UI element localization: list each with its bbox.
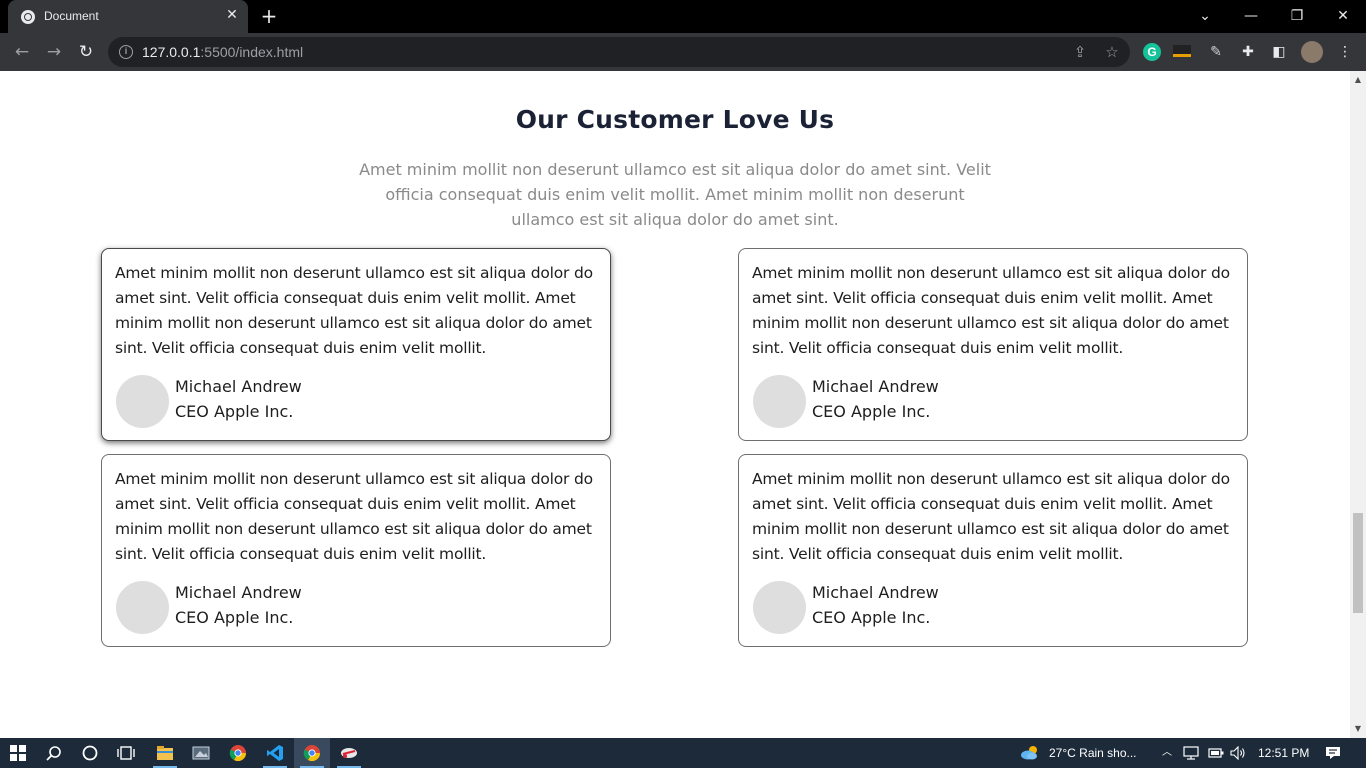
testimonial-name: Michael Andrew xyxy=(175,583,302,602)
section-title: Our Customer Love Us xyxy=(515,105,835,134)
battery-icon[interactable] xyxy=(1205,738,1227,768)
tab-title: Document xyxy=(44,9,99,23)
section-subtitle: Amet minim mollit non deserunt ullamco e… xyxy=(359,160,991,229)
testimonial-role: CEO Apple Inc. xyxy=(175,402,294,421)
address-bar[interactable]: i 127.0.0.1:5500/index.html ⇪ ☆ xyxy=(108,37,1130,67)
vscode-icon[interactable] xyxy=(257,738,293,768)
extension-tool-icon[interactable] xyxy=(1173,45,1191,57)
scroll-down-arrow-icon[interactable]: ▼ xyxy=(1350,722,1366,736)
browser-toolbar: ← → ↻ i 127.0.0.1:5500/index.html ⇪ ☆ G … xyxy=(0,33,1366,71)
chrome-icon[interactable] xyxy=(220,738,256,768)
avatar xyxy=(753,375,806,428)
tab-document[interactable]: Document ✕ xyxy=(8,0,248,33)
testimonial-text: Amet minim mollit non deserunt ullamco e… xyxy=(115,264,593,357)
testimonial-name: Michael Andrew xyxy=(812,377,939,396)
testimonial-card[interactable]: Amet minim mollit non deserunt ullamco e… xyxy=(101,248,611,441)
extensions-puzzle-icon[interactable]: ✚ xyxy=(1237,41,1259,63)
close-tab-button[interactable]: ✕ xyxy=(224,7,240,23)
scroll-thumb[interactable] xyxy=(1353,513,1363,613)
avatar xyxy=(116,375,169,428)
snipping-tool-icon[interactable] xyxy=(331,738,367,768)
notifications-icon[interactable] xyxy=(1322,738,1344,768)
browser-menu-icon[interactable]: ⋮ xyxy=(1334,41,1356,63)
tab-search-button[interactable]: ⌄ xyxy=(1182,0,1228,33)
network-icon[interactable] xyxy=(1180,738,1202,768)
testimonial-role: CEO Apple Inc. xyxy=(812,608,931,627)
testimonial-name: Michael Andrew xyxy=(175,377,302,396)
file-explorer-icon[interactable] xyxy=(147,738,183,768)
testimonial-card[interactable]: Amet minim mollit non deserunt ullamco e… xyxy=(101,454,611,647)
volume-icon[interactable] xyxy=(1228,738,1248,768)
tray-chevron-up-icon[interactable]: ︿ xyxy=(1157,738,1177,768)
clock-time[interactable]: 12:51 PM xyxy=(1258,738,1309,768)
url-path: :5500/index.html xyxy=(200,44,304,60)
weather-text[interactable]: 27°C Rain sho... xyxy=(1049,738,1137,768)
windows-start-icon[interactable] xyxy=(0,738,36,768)
testimonial-card[interactable]: Amet minim mollit non deserunt ullamco e… xyxy=(738,248,1248,441)
reload-icon[interactable]: ↻ xyxy=(74,40,98,64)
testimonial-card[interactable]: Amet minim mollit non deserunt ullamco e… xyxy=(738,454,1248,647)
minimize-button[interactable]: — xyxy=(1228,0,1274,33)
grammarly-icon[interactable]: G xyxy=(1143,43,1161,61)
search-icon[interactable] xyxy=(36,738,72,768)
scroll-up-arrow-icon[interactable]: ▲ xyxy=(1350,73,1366,87)
testimonial-name: Michael Andrew xyxy=(812,583,939,602)
testimonial-role: CEO Apple Inc. xyxy=(812,402,931,421)
forward-icon[interactable]: → xyxy=(42,40,66,64)
bookmark-star-icon[interactable]: ☆ xyxy=(1102,42,1122,62)
testimonial-role: CEO Apple Inc. xyxy=(175,608,294,627)
avatar xyxy=(753,581,806,634)
testimonial-text: Amet minim mollit non deserunt ullamco e… xyxy=(752,264,1230,357)
avatar xyxy=(116,581,169,634)
url-host: 127.0.0.1 xyxy=(142,44,201,60)
page-content: Our Customer Love Us Amet minim mollit n… xyxy=(0,71,1350,738)
side-panel-icon[interactable]: ◧ xyxy=(1268,41,1290,63)
testimonial-text: Amet minim mollit non deserunt ullamco e… xyxy=(752,470,1230,563)
task-view-icon[interactable] xyxy=(108,738,144,768)
globe-icon xyxy=(21,10,35,24)
weather-cloud-icon[interactable] xyxy=(1017,738,1043,768)
site-info-icon[interactable]: i xyxy=(119,45,133,59)
cortana-icon[interactable] xyxy=(72,738,108,768)
testimonial-text: Amet minim mollit non deserunt ullamco e… xyxy=(115,470,593,563)
page-scrollbar[interactable]: ▲ ▼ xyxy=(1350,71,1366,738)
photos-app-icon[interactable] xyxy=(183,738,219,768)
share-icon[interactable]: ⇪ xyxy=(1070,42,1090,62)
pen-extension-icon[interactable]: ✎ xyxy=(1205,41,1227,63)
windows-taskbar: 27°C Rain sho... ︿ 12:51 PM xyxy=(0,738,1366,768)
back-icon[interactable]: ← xyxy=(10,40,34,64)
restore-button[interactable]: ❐ xyxy=(1274,0,1320,33)
browser-tab-bar: Document ✕ + ⌄ — ❐ ✕ xyxy=(0,0,1366,33)
close-window-button[interactable]: ✕ xyxy=(1320,0,1366,33)
chrome-active-icon[interactable] xyxy=(294,738,330,768)
url-text[interactable]: 127.0.0.1:5500/index.html xyxy=(142,44,303,60)
new-tab-button[interactable]: + xyxy=(258,5,280,27)
profile-avatar[interactable] xyxy=(1301,41,1323,63)
